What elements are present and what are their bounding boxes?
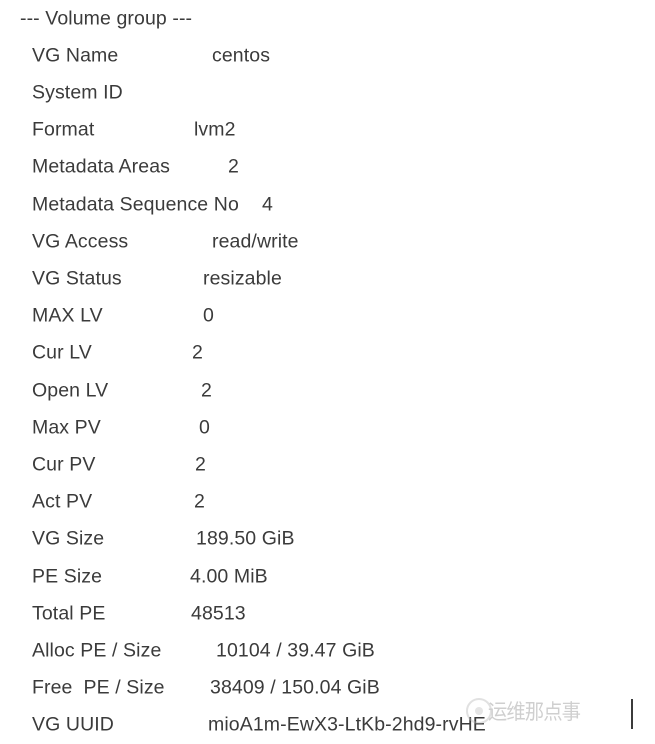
property-row: VG Size 189.50 GiB: [0, 521, 655, 558]
property-label: VG Status: [32, 267, 122, 290]
property-label: Open LV: [32, 378, 109, 401]
property-row: System ID: [0, 74, 655, 111]
property-row: Max PV 0: [0, 409, 655, 446]
property-label: Max PV: [32, 416, 101, 439]
property-row: Total PE 48513: [0, 595, 655, 632]
property-label: Total PE: [32, 602, 106, 625]
property-value: 2: [195, 453, 206, 476]
property-value: 4: [262, 192, 273, 215]
property-label: Metadata Areas: [32, 155, 170, 178]
property-row: VG Status resizable: [0, 260, 655, 297]
property-value: 189.50 GiB: [196, 527, 295, 550]
property-row: Metadata Areas 2: [0, 149, 655, 186]
property-label: VG UUID: [32, 713, 114, 736]
property-label: VG Name: [32, 44, 119, 67]
property-label: MAX LV: [32, 304, 103, 327]
property-value: mioA1m-EwX3-LtKb-2hd9-rvHE: [208, 713, 486, 736]
property-row: Cur PV 2: [0, 446, 655, 483]
property-value: 10104 / 39.47 GiB: [216, 639, 375, 662]
property-label: VG Access: [32, 230, 129, 253]
property-row: VG UUID mioA1m-EwX3-LtKb-2hd9-rvHE: [0, 707, 655, 744]
property-label: Cur LV: [32, 341, 92, 364]
property-row: PE Size 4.00 MiB: [0, 558, 655, 595]
property-value: resizable: [203, 267, 282, 290]
property-label: Cur PV: [32, 453, 96, 476]
property-value: centos: [212, 44, 271, 67]
property-value: 2: [228, 155, 239, 178]
property-label: Format: [32, 118, 95, 141]
property-value: 2: [192, 341, 203, 364]
property-value: 0: [203, 304, 214, 327]
property-label: PE Size: [32, 564, 103, 587]
property-value: 2: [201, 378, 212, 401]
property-label: Act PV: [32, 490, 93, 513]
property-row: Free PE / Size 38409 / 150.04 GiB: [0, 670, 655, 707]
volume-group-header-text: --- Volume group ---: [20, 6, 193, 29]
volume-group-header: --- Volume group ---: [0, 0, 655, 37]
terminal-output: --- Volume group --- VG Name centos System …: [0, 0, 655, 741]
property-row: Format lvm2: [0, 112, 655, 149]
property-label: Metadata Sequence No: [32, 192, 239, 215]
property-value: read/write: [212, 230, 299, 253]
property-label: System ID: [32, 81, 123, 104]
text-cursor: [631, 699, 633, 729]
property-row: VG Name centos: [0, 37, 655, 74]
property-value: 2: [194, 490, 205, 513]
property-value: lvm2: [194, 118, 236, 141]
property-label: VG Size: [32, 527, 105, 550]
property-row: Act PV 2: [0, 484, 655, 521]
property-label: Free PE / Size: [32, 676, 165, 699]
property-row: Alloc PE / Size 10104 / 39.47 GiB: [0, 632, 655, 669]
property-row: Cur LV 2: [0, 335, 655, 372]
property-value: 48513: [191, 602, 246, 625]
property-row: Metadata Sequence No 4: [0, 186, 655, 223]
property-row: MAX LV 0: [0, 298, 655, 335]
property-value: 0: [199, 416, 210, 439]
property-value: 4.00 MiB: [190, 564, 268, 587]
property-label: Alloc PE / Size: [32, 639, 162, 662]
property-row: VG Access read/write: [0, 223, 655, 260]
property-row: Open LV 2: [0, 372, 655, 409]
property-value: 38409 / 150.04 GiB: [210, 676, 380, 699]
